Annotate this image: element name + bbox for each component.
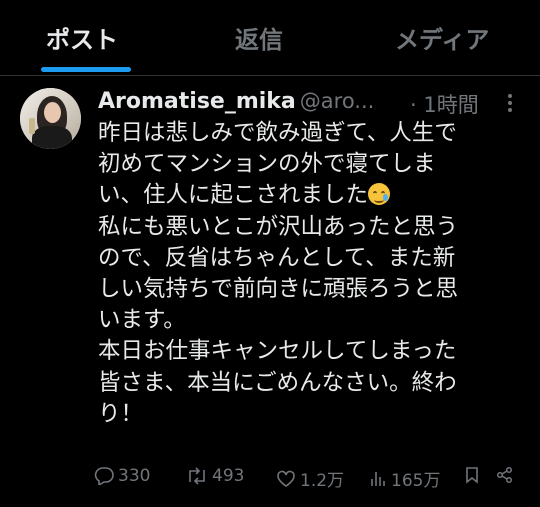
views-button[interactable]: 165万 xyxy=(369,466,440,491)
bookmark-icon xyxy=(466,467,478,484)
like-count: 1.2万 xyxy=(300,471,345,491)
post-text-line: 皆さま、本当にごめんなさい。終わ xyxy=(98,369,457,396)
repost-count: 493 xyxy=(212,466,245,486)
bookmark-button[interactable] xyxy=(464,466,484,484)
share-icon xyxy=(496,466,513,484)
post-text-line: います。 xyxy=(98,307,186,334)
tab-replies[interactable]: 返信 xyxy=(235,20,283,55)
post-text-line: 本日お仕事キャンセルしてしまった xyxy=(98,338,457,365)
post-text-line: り！ xyxy=(98,400,144,427)
reply-icon xyxy=(94,467,114,485)
views-chart-icon xyxy=(371,471,385,486)
post-text-line: い、住人に起こされました xyxy=(98,180,518,211)
post-timestamp[interactable]: · 1時間 xyxy=(410,89,479,119)
avatar[interactable] xyxy=(20,88,81,149)
repost-button[interactable]: 493 xyxy=(186,466,244,486)
post-text-line: 私にも悪いとこが沢山あったと思う xyxy=(98,213,459,240)
tab-posts[interactable]: ポスト xyxy=(46,20,118,55)
post-text-line-content: い、住人に起こされました xyxy=(98,182,369,209)
heart-icon xyxy=(277,470,295,487)
profile-tabs: ポスト 返信 メディア xyxy=(0,0,540,76)
post-text-line: 初めてマンションの外で寝てしま xyxy=(98,151,436,178)
user-handle[interactable]: @aro... xyxy=(300,89,375,113)
post-text: 昨日は悲しみで飲み過ぎて、人生で 初めてマンションの外で寝てしま い、住人に起こ… xyxy=(98,118,518,430)
reply-count: 330 xyxy=(118,466,151,486)
post-text-line: 昨日は悲しみで飲み過ぎて、人生で xyxy=(98,120,457,146)
post-header: Aromatise_mika @aro... xyxy=(98,89,374,119)
post-text-line: しい気持ちで前向きに頑張ろうと思 xyxy=(98,275,459,302)
crying-smile-emoji-icon xyxy=(368,183,391,206)
more-options-icon[interactable] xyxy=(500,93,520,113)
repost-icon xyxy=(189,467,205,485)
share-button[interactable] xyxy=(496,466,518,484)
active-tab-indicator xyxy=(41,67,131,72)
post-actions: 330 493 1.2万 165万 xyxy=(94,466,524,491)
post-text-line: ので、反省はちゃんとして、また新 xyxy=(98,244,456,271)
display-name[interactable]: Aromatise_mika xyxy=(98,89,296,114)
tab-media[interactable]: メディア xyxy=(395,20,489,55)
view-count: 165万 xyxy=(391,471,441,491)
like-button[interactable]: 1.2万 xyxy=(276,466,344,491)
reply-button[interactable]: 330 xyxy=(94,466,150,486)
